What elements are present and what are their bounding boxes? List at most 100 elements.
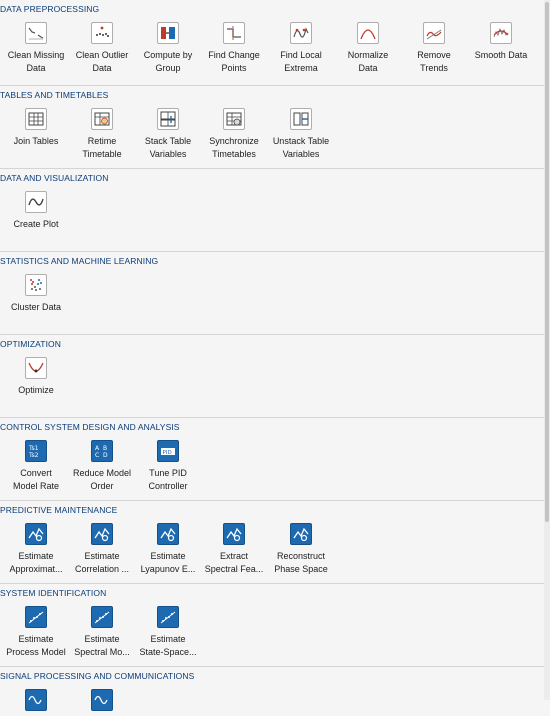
task-button[interactable]: Unstack Table Variables <box>268 108 334 160</box>
task-label: Unstack Table Variables <box>268 135 334 160</box>
task-label-line2: Correlation ... <box>74 563 130 574</box>
task-button[interactable]: Synchronize Timetables <box>201 108 267 160</box>
task-button[interactable] <box>69 689 135 716</box>
task-label: Reconstruct Phase Space <box>268 550 334 575</box>
section-system-identification: SYSTEM IDENTIFICATION Estimate Process Mod… <box>0 583 544 667</box>
task-button[interactable]: Reconstruct Phase Space <box>268 523 334 575</box>
task-label-line1: Optimize <box>18 385 54 395</box>
task-label: Estimate Lyapunov E... <box>135 550 201 575</box>
vertical-scrollbar[interactable] <box>544 0 550 700</box>
task-button[interactable]: Clean Outlier Data <box>69 22 135 74</box>
outlier-data-icon <box>91 22 113 44</box>
section-data-preprocessing: DATA PREPROCESSING Clean Missing Data Clean… <box>0 0 544 85</box>
task-button[interactable]: Create Plot <box>3 191 69 231</box>
task-button[interactable]: Estimate Correlation ... <box>69 523 135 575</box>
task-label: Convert Model Rate <box>3 467 69 492</box>
section-optimization: OPTIMIZATION Optimize <box>0 334 544 418</box>
create-plot-icon <box>25 191 47 213</box>
task-button[interactable]: Optimize <box>3 357 69 397</box>
task-label: Reduce Model Order <box>69 467 135 492</box>
task-label: Optimize <box>3 384 69 397</box>
task-label-line1: Retime <box>87 136 117 146</box>
task-label: Estimate Correlation ... <box>69 550 135 575</box>
task-label: Estimate Approximat... <box>3 550 69 575</box>
task-button[interactable]: Join Tables <box>3 108 69 148</box>
section-title: SIGNAL PROCESSING AND COMMUNICATIONS <box>0 671 195 681</box>
signal-icon <box>25 689 47 711</box>
task-label-line1: Estimate <box>150 551 186 561</box>
wrench-chart-icon <box>223 523 245 545</box>
task-label-line2: Variables <box>282 148 320 159</box>
task-button[interactable]: Find Change Points <box>201 22 267 74</box>
task-label-line2: Process Model <box>6 646 66 657</box>
section-tables-and-timetables: TABLES AND TIMETABLES Join Tables Retime Ti… <box>0 85 544 169</box>
task-label-line2: State-Space... <box>139 646 197 657</box>
task-label-line2: Timetable <box>82 148 122 159</box>
task-label-line1: Estimate <box>84 634 120 644</box>
task-label-line2: Lyapunov E... <box>140 563 196 574</box>
missing-data-icon <box>25 22 47 44</box>
section-statistics-and-machine-learning: STATISTICS AND MACHINE LEARNING Cluster D… <box>0 251 544 335</box>
task-label-line1: Convert <box>20 468 52 478</box>
section-control-system-design-and-analysis: CONTROL SYSTEM DESIGN AND ANALYSIS Ts1 Ts2… <box>0 417 544 501</box>
svg-text:Ts1: Ts1 <box>28 445 39 452</box>
task-button[interactable]: Estimate State-Space... <box>135 606 201 658</box>
task-label-line2: Phase Space <box>274 563 328 574</box>
task-label-line2: Trends <box>420 62 448 73</box>
stack-table-icon <box>157 108 179 130</box>
synchronize-icon <box>223 108 245 130</box>
wrench-chart-icon <box>91 523 113 545</box>
task-label-line1: Synchronize <box>209 136 259 146</box>
task-button[interactable]: Remove Trends <box>401 22 467 74</box>
task-button[interactable]: Estimate Lyapunov E... <box>135 523 201 575</box>
task-label: Retime Timetable <box>69 135 135 160</box>
scrollbar-thumb[interactable] <box>545 2 549 522</box>
task-label-line2: Points <box>221 62 247 73</box>
svg-text:C: C <box>95 452 99 459</box>
task-label-line1: Stack Table <box>144 136 192 146</box>
task-button[interactable]: Cluster Data <box>3 274 69 314</box>
task-label: Extract Spectral Fea... <box>201 550 267 575</box>
section-title: DATA PREPROCESSING <box>0 4 100 14</box>
task-button[interactable]: PID Tune PID Controller <box>135 440 201 492</box>
task-label: Normalize Data <box>335 49 401 74</box>
task-button[interactable]: Clean Missing Data <box>3 22 69 74</box>
signal-icon <box>91 689 113 711</box>
task-label-line1: Tune PID <box>149 468 187 478</box>
task-label-line1: Extract <box>219 551 248 561</box>
task-label-line2: Data <box>92 62 112 73</box>
convert-rate-icon: Ts1 Ts2 <box>25 440 47 462</box>
wrench-chart-icon <box>25 523 47 545</box>
task-button[interactable]: Compute by Group <box>135 22 201 74</box>
task-button[interactable] <box>3 689 69 716</box>
task-button[interactable]: Find Local Extrema <box>268 22 334 74</box>
task-label: Synchronize Timetables <box>201 135 267 160</box>
task-button[interactable]: Normalize Data <box>335 22 401 74</box>
normalize-icon <box>357 22 379 44</box>
task-label: Clean Missing Data <box>3 49 69 74</box>
task-button[interactable]: Estimate Spectral Mo... <box>69 606 135 658</box>
task-label-line2: Order <box>90 480 114 491</box>
task-label: Estimate Process Model <box>3 633 69 658</box>
svg-text:A: A <box>95 445 100 452</box>
task-button[interactable]: A B C D Reduce Model Order <box>69 440 135 492</box>
task-button[interactable]: Retime Timetable <box>69 108 135 160</box>
task-button[interactable]: Stack Table Variables <box>135 108 201 160</box>
task-button[interactable]: Smooth Data <box>468 22 534 62</box>
svg-text:B: B <box>103 445 107 452</box>
task-button[interactable]: Ts1 Ts2 Convert Model Rate <box>3 440 69 492</box>
task-label: Create Plot <box>3 218 69 231</box>
task-label-line2: Timetables <box>212 148 256 159</box>
section-title: OPTIMIZATION <box>0 339 62 349</box>
task-label-line1: Find Change <box>208 50 260 60</box>
section-title: TABLES AND TIMETABLES <box>0 90 109 100</box>
task-label: Clean Outlier Data <box>69 49 135 74</box>
task-label-line1: Reduce Model <box>72 468 132 478</box>
reduce-order-icon: ABCD <box>91 440 113 462</box>
task-label-line1: Clean Outlier <box>75 50 129 60</box>
task-button[interactable]: Estimate Process Model <box>3 606 69 658</box>
task-label: Cluster Data <box>3 301 69 314</box>
task-label-line2: Spectral Fea... <box>204 563 264 574</box>
task-button[interactable]: Extract Spectral Fea... <box>201 523 267 575</box>
task-button[interactable]: Estimate Approximat... <box>3 523 69 575</box>
